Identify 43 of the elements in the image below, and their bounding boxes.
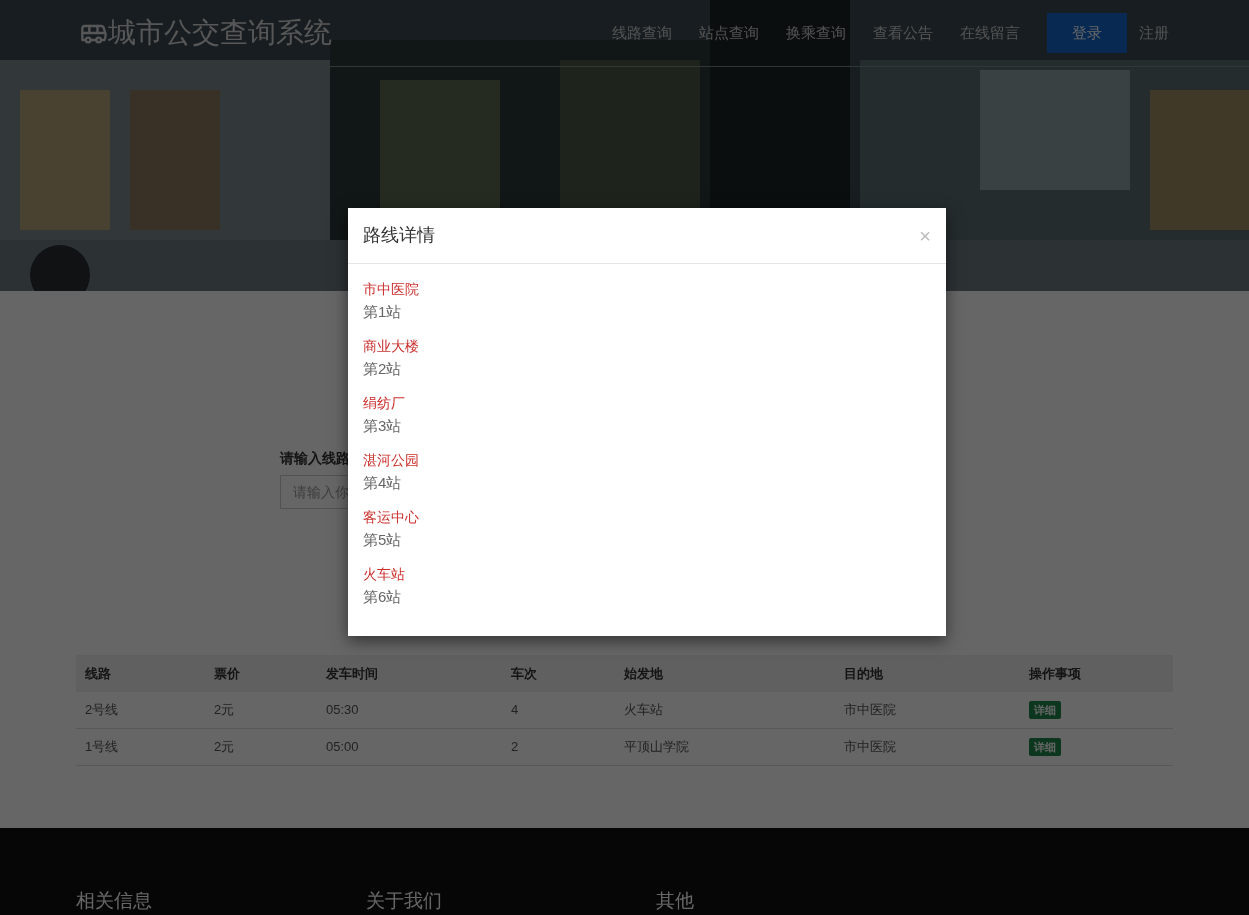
column-header: 目的地 <box>844 664 884 683</box>
table-cell-text: 平顶山学院 <box>624 738 690 757</box>
stop-order: 第2站 <box>363 359 402 379</box>
table-cell-text: 2元 <box>214 738 236 757</box>
dialog-title: 路线详情 <box>363 224 435 247</box>
table-cell-text: 4 <box>511 701 520 720</box>
footer-heading: 相关信息 <box>76 890 152 911</box>
details-button[interactable]: 详细 <box>1029 700 1061 720</box>
column-header: 车次 <box>511 664 538 683</box>
nav-link[interactable]: 换乘查询 <box>786 21 846 45</box>
footer-heading: 关于我们 <box>366 890 442 911</box>
search-label: 请输入线路 <box>280 449 350 468</box>
stop-order: 第6站 <box>363 587 402 607</box>
column-header: 票价 <box>214 664 241 683</box>
close-button[interactable]: × <box>919 225 931 246</box>
stop-order: 第3站 <box>363 416 402 436</box>
table-cell-text: 1号线 <box>85 738 120 757</box>
table-cell-text: 2号线 <box>85 701 120 720</box>
nav-link[interactable]: 站点查询 <box>699 21 759 45</box>
table-cell-text: 市中医院 <box>844 738 897 757</box>
table-cell-text: 2元 <box>214 701 236 720</box>
stop-name: 湛河公园 <box>363 451 419 470</box>
stop-name: 客运中心 <box>363 508 419 527</box>
stop-order: 第4站 <box>363 473 402 493</box>
column-header: 操作事项 <box>1029 664 1081 683</box>
site-title[interactable]: 城市公交查询系统 <box>108 12 332 54</box>
table-cell-text: 05:30 <box>326 701 360 720</box>
stop-name: 商业大楼 <box>363 337 419 356</box>
table-cell-text: 2 <box>511 738 520 757</box>
details-button[interactable]: 详细 <box>1029 737 1061 757</box>
column-header: 发车时间 <box>326 664 379 683</box>
stop-name: 火车站 <box>363 565 405 584</box>
column-header: 线路 <box>85 664 112 683</box>
stop-name: 绢纺厂 <box>363 394 405 413</box>
table-cell-text: 火车站 <box>624 701 664 720</box>
footer-heading: 其他 <box>656 890 694 911</box>
table-cell-text: 05:00 <box>326 738 360 757</box>
stop-order: 第1站 <box>363 302 402 322</box>
login-button[interactable]: 登录 <box>1047 13 1127 53</box>
stop-order: 第5站 <box>363 530 402 550</box>
table-cell-text: 市中医院 <box>844 701 897 720</box>
column-header: 始发地 <box>624 664 664 683</box>
stop-name: 市中医院 <box>363 280 419 299</box>
